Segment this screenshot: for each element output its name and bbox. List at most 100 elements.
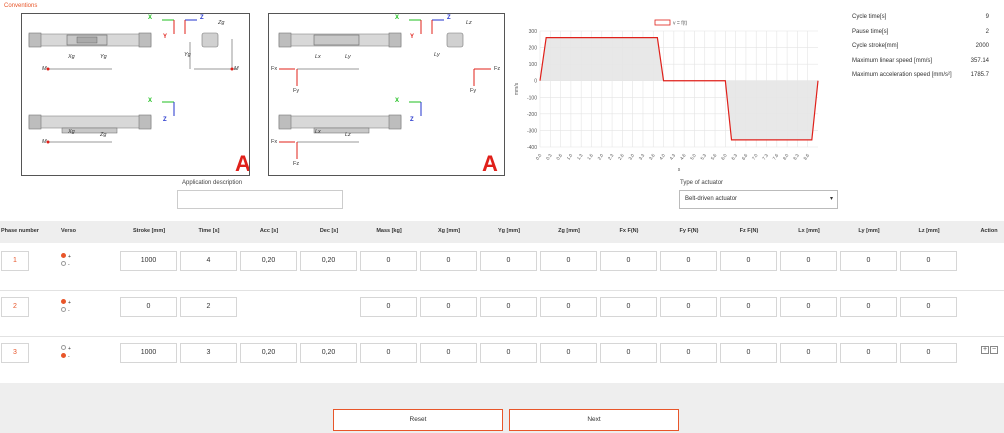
- stat-value: 9: [985, 14, 989, 20]
- ly-input[interactable]: 0: [840, 297, 897, 317]
- zg-input[interactable]: 0: [540, 251, 597, 271]
- row-separator: [0, 290, 1004, 291]
- lz-label-2: Lz: [345, 132, 351, 138]
- xg-input[interactable]: 0: [420, 251, 477, 271]
- dec-input[interactable]: 0,20: [300, 343, 357, 363]
- lx-input[interactable]: 0: [780, 251, 837, 271]
- stat-label: Maximum acceleration speed [mm/s²]: [852, 72, 952, 78]
- stats-panel: Cycle time[s] 9 Pause time[s] 2 Cycle stroke…: [852, 14, 992, 87]
- verso-option-plus[interactable]: +: [61, 345, 71, 352]
- verso-option-plus[interactable]: +: [61, 253, 71, 260]
- mass-input[interactable]: 0: [360, 343, 417, 363]
- xg-label: Xg: [68, 54, 75, 60]
- dec-input[interactable]: 0,20: [300, 251, 357, 271]
- actuator-drawing-right: [278, 19, 491, 159]
- stat-value: 357.14: [970, 57, 989, 64]
- x-tick-label: 5.0: [689, 152, 697, 160]
- acc-input[interactable]: 0,20: [240, 251, 297, 271]
- mass-input[interactable]: 0: [360, 251, 417, 271]
- verso-radio[interactable]: [61, 353, 66, 358]
- zg-input[interactable]: 0: [540, 343, 597, 363]
- verso-option-minus[interactable]: -: [61, 261, 70, 268]
- column-header: Mass [kg]: [376, 228, 402, 234]
- acc-input[interactable]: 0,20: [240, 343, 297, 363]
- yg-input[interactable]: 0: [480, 297, 537, 317]
- fz-input[interactable]: 0: [720, 343, 777, 363]
- axis-x-label: X: [395, 15, 400, 21]
- verso-radio[interactable]: [61, 345, 66, 350]
- remove-phase-button[interactable]: −: [990, 346, 998, 354]
- fy-input[interactable]: 0: [660, 251, 717, 271]
- lx-input[interactable]: 0: [780, 297, 837, 317]
- verso-radio[interactable]: [61, 307, 66, 312]
- phase-number-button[interactable]: 2: [1, 297, 29, 317]
- fz-input[interactable]: 0: [720, 297, 777, 317]
- application-description-label: Application description: [182, 180, 243, 186]
- big-a-letter: A: [235, 151, 250, 176]
- verso-option-minus[interactable]: -: [61, 353, 70, 360]
- application-description-input[interactable]: [177, 190, 343, 209]
- x-tick-label: 2.0: [597, 152, 605, 160]
- phase-number-button[interactable]: 3: [1, 343, 29, 363]
- xg-input[interactable]: 0: [420, 343, 477, 363]
- verso-radio[interactable]: [61, 253, 66, 258]
- ly-label: Ly: [434, 52, 440, 58]
- x-tick-label: 4.3: [669, 152, 677, 160]
- fx-input[interactable]: 0: [600, 343, 657, 363]
- column-header: Zg [mm]: [558, 228, 580, 234]
- lx-input[interactable]: 0: [780, 343, 837, 363]
- column-header: Fz F(N): [739, 228, 759, 234]
- add-phase-button[interactable]: +: [981, 346, 989, 354]
- column-header: Xg [mm]: [438, 228, 460, 234]
- next-button[interactable]: Next: [509, 409, 679, 431]
- fy-input[interactable]: 0: [660, 343, 717, 363]
- lz-input[interactable]: 0: [900, 251, 957, 271]
- verso-radio[interactable]: [61, 261, 66, 266]
- x-tick-label: 0.6: [555, 152, 563, 160]
- fz-input[interactable]: 0: [720, 251, 777, 271]
- stat-row: Maximum linear speed [mm/s] 357.14: [852, 58, 992, 73]
- stat-label: Cycle time[s]: [852, 14, 887, 20]
- legend-swatch: [654, 19, 671, 26]
- x-tick-label: 3.3: [638, 152, 646, 160]
- conventions-diagram-right: X Y Z Lz Ly Lx Ly Fx Fy Fz Fy X Z Lx Lz …: [268, 13, 505, 176]
- ly-input[interactable]: 0: [840, 343, 897, 363]
- verso-radio[interactable]: [61, 299, 66, 304]
- xg-input[interactable]: 0: [420, 297, 477, 317]
- fz-label-2: Fz: [293, 161, 300, 167]
- time-input[interactable]: 4: [180, 251, 237, 271]
- time-input[interactable]: 3: [180, 343, 237, 363]
- verso-option-minus[interactable]: -: [61, 307, 70, 314]
- reset-button[interactable]: Reset: [333, 409, 503, 431]
- zg-input[interactable]: 0: [540, 297, 597, 317]
- x-tick-label: 7.3: [761, 152, 769, 160]
- x-tick-label: 4.6: [679, 152, 687, 160]
- time-input[interactable]: 2: [180, 297, 237, 317]
- axis-z-label: Z: [447, 15, 451, 21]
- stroke-input[interactable]: 1000: [120, 251, 177, 271]
- phase-number-button[interactable]: 1: [1, 251, 29, 271]
- ly-input[interactable]: 0: [840, 251, 897, 271]
- axis-y-label: Y: [163, 34, 168, 40]
- actuator-type-select[interactable]: Belt-driven actuator ▾: [679, 190, 838, 209]
- stat-row: Cycle time[s] 9: [852, 14, 992, 29]
- column-header: Fx F(N): [619, 228, 639, 234]
- column-header: Time [s]: [198, 228, 220, 234]
- verso-option-plus[interactable]: +: [61, 299, 71, 306]
- fy-input[interactable]: 0: [660, 297, 717, 317]
- y-axis-label: mm/s: [514, 82, 520, 95]
- y-tick-label: -200: [527, 112, 537, 118]
- stroke-input[interactable]: 1000: [120, 343, 177, 363]
- lz-input[interactable]: 0: [900, 343, 957, 363]
- mass-input[interactable]: 0: [360, 297, 417, 317]
- yg-input[interactable]: 0: [480, 251, 537, 271]
- stroke-input[interactable]: 0: [120, 297, 177, 317]
- fx-input[interactable]: 0: [600, 297, 657, 317]
- actuator-drawing-left: [28, 19, 237, 144]
- yg-input[interactable]: 0: [480, 343, 537, 363]
- column-header: Verso: [61, 228, 76, 234]
- fx-input[interactable]: 0: [600, 251, 657, 271]
- x-tick-label: 1.3: [576, 152, 584, 160]
- y-tick-label: 0: [534, 79, 537, 85]
- lz-input[interactable]: 0: [900, 297, 957, 317]
